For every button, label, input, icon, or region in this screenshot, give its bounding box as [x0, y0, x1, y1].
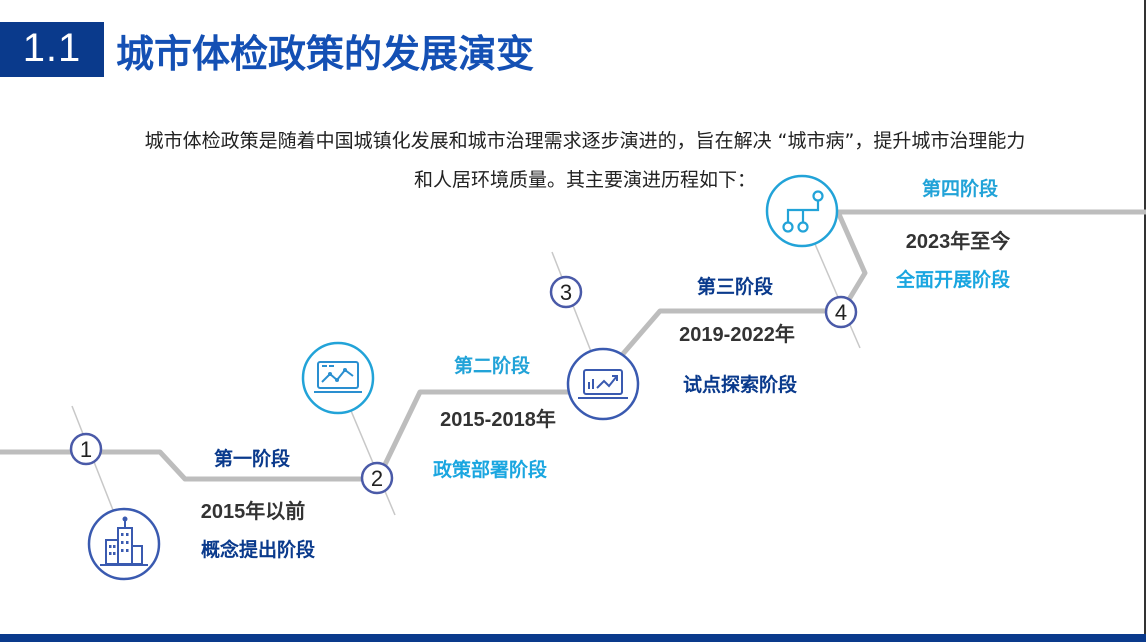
stage-3-period: 2019-2022年	[679, 324, 795, 346]
stage-marker-4: 4	[824, 295, 858, 329]
monitor-chart-icon	[301, 341, 375, 415]
stage-number-2: 2	[371, 466, 383, 491]
stage-2-name: 第二阶段	[453, 355, 530, 377]
stage-2-period: 2015-2018年	[440, 409, 556, 431]
timeline-diagram: 1 2 3 4	[0, 174, 1146, 581]
stage-2-description: 政策部署阶段	[432, 459, 547, 481]
stage-1-description: 概念提出阶段	[200, 539, 315, 561]
stage-1-name: 第一阶段	[213, 448, 290, 470]
stage-number-1: 1	[80, 437, 92, 462]
stage-1-period: 2015年以前	[200, 501, 306, 523]
stage-marker-2: 2	[360, 461, 394, 495]
bottom-accent-bar	[0, 634, 1146, 642]
network-branch-icon	[765, 174, 839, 248]
stage-marker-3: 3	[549, 275, 583, 309]
stage-4-description: 全面开展阶段	[895, 269, 1010, 291]
stage-marker-1: 1	[69, 432, 103, 466]
stage-3-description: 试点探索阶段	[682, 374, 797, 396]
stage-number-3: 3	[560, 280, 572, 305]
stage-number-4: 4	[835, 300, 847, 325]
stage-4-name: 第四阶段	[921, 178, 998, 200]
city-buildings-icon	[87, 507, 161, 581]
stage-3-name: 第三阶段	[696, 276, 773, 298]
stage-4-period: 2023年至今	[905, 231, 1011, 253]
